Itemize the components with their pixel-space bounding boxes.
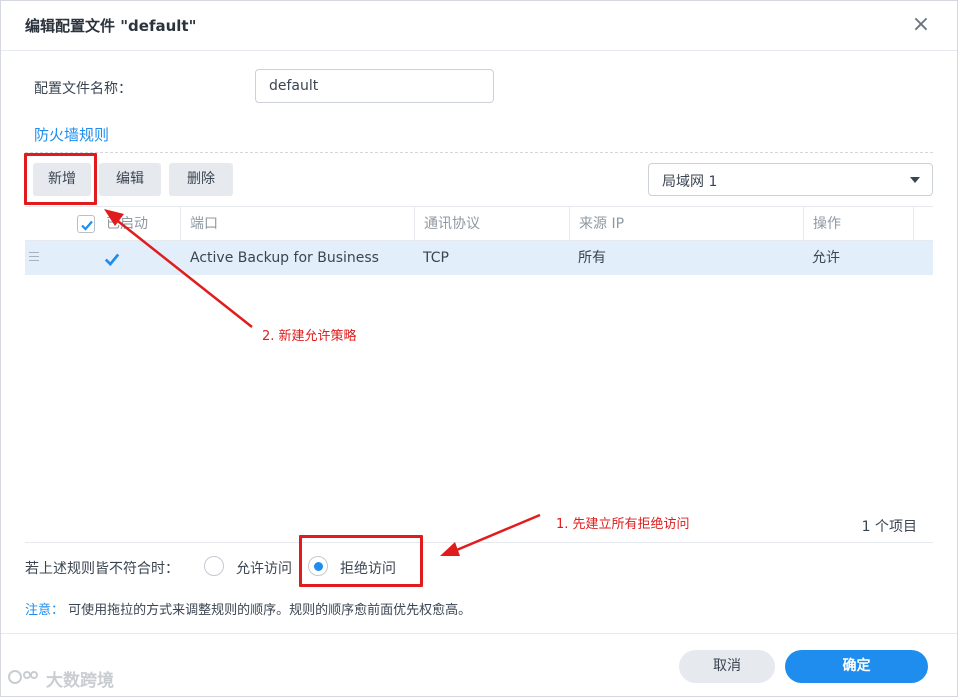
add-button[interactable]: 新增: [33, 163, 91, 196]
item-count: 1 个项目: [861, 519, 917, 535]
deny-access-label[interactable]: 拒绝访问: [340, 558, 396, 578]
check-icon: [104, 253, 120, 267]
column-header-enabled[interactable]: 已启动: [97, 207, 148, 241]
rules-table-header: 已启动 端口 通讯协议 来源 IP 操作: [25, 206, 933, 241]
note-body: 可使用拖拉的方式来调整规则的顺序。规则的顺序愈前面优先权愈高。: [68, 603, 472, 618]
table-footer-divider: [25, 542, 933, 543]
column-header-spacer: [913, 207, 933, 241]
rule-source-ip: 所有: [578, 250, 606, 266]
column-header-action[interactable]: 操作: [803, 207, 913, 241]
drag-handle-icon[interactable]: [29, 252, 39, 264]
annotation-step1: 1. 先建立所有拒绝访问: [556, 517, 690, 532]
note-text: 注意： 可使用拖拉的方式来调整规则的顺序。规则的顺序愈前面优先权愈高。: [25, 599, 471, 618]
profile-name-input[interactable]: [255, 69, 494, 103]
cancel-button[interactable]: 取消: [679, 650, 775, 683]
dialog-title: 编辑配置文件 "default": [25, 17, 197, 35]
note-prefix: 注意：: [25, 603, 65, 618]
column-header-source-ip[interactable]: 来源 IP: [569, 207, 803, 241]
deny-access-radio[interactable]: [308, 556, 328, 576]
default-policy-label: 若上述规则皆不符合时：: [25, 561, 179, 577]
dialog-footer-divider: [1, 633, 957, 634]
firewall-rules-title: 防火墙规则: [34, 126, 110, 144]
check-icon: [81, 220, 93, 231]
ok-button[interactable]: 确定: [785, 650, 928, 683]
network-interface-value: 局域网 1: [662, 174, 718, 190]
annotation-step2: 2. 新建允许策略: [262, 329, 357, 344]
rule-protocol: TCP: [423, 250, 449, 266]
allow-access-radio[interactable]: [204, 556, 224, 576]
table-row[interactable]: Active Backup for Business TCP 所有 允许: [25, 241, 933, 275]
column-header-protocol[interactable]: 通讯协议: [414, 207, 569, 241]
allow-access-label[interactable]: 允许访问: [236, 558, 292, 578]
column-header-port[interactable]: 端口: [180, 207, 414, 241]
rule-action: 允许: [812, 250, 840, 266]
delete-button[interactable]: 删除: [169, 163, 233, 196]
chevron-down-icon: [910, 177, 920, 183]
close-icon[interactable]: ×: [907, 11, 935, 39]
profile-name-label: 配置文件名称：: [34, 81, 132, 97]
edit-profile-dialog: 编辑配置文件 "default" × 配置文件名称： 防火墙规则 新增 编辑 删…: [0, 0, 958, 697]
rule-port: Active Backup for Business: [190, 250, 379, 266]
select-all-checkbox[interactable]: [77, 215, 95, 233]
section-divider: [25, 152, 933, 153]
dialog-titlebar: 编辑配置文件 "default" ×: [1, 1, 957, 51]
watermark-logo-icon: [8, 670, 38, 684]
rule-enabled-checkbox[interactable]: [102, 249, 120, 267]
network-interface-select[interactable]: 局域网 1: [648, 163, 933, 196]
watermark-text: 大数跨境: [46, 671, 114, 691]
edit-button[interactable]: 编辑: [99, 163, 161, 196]
